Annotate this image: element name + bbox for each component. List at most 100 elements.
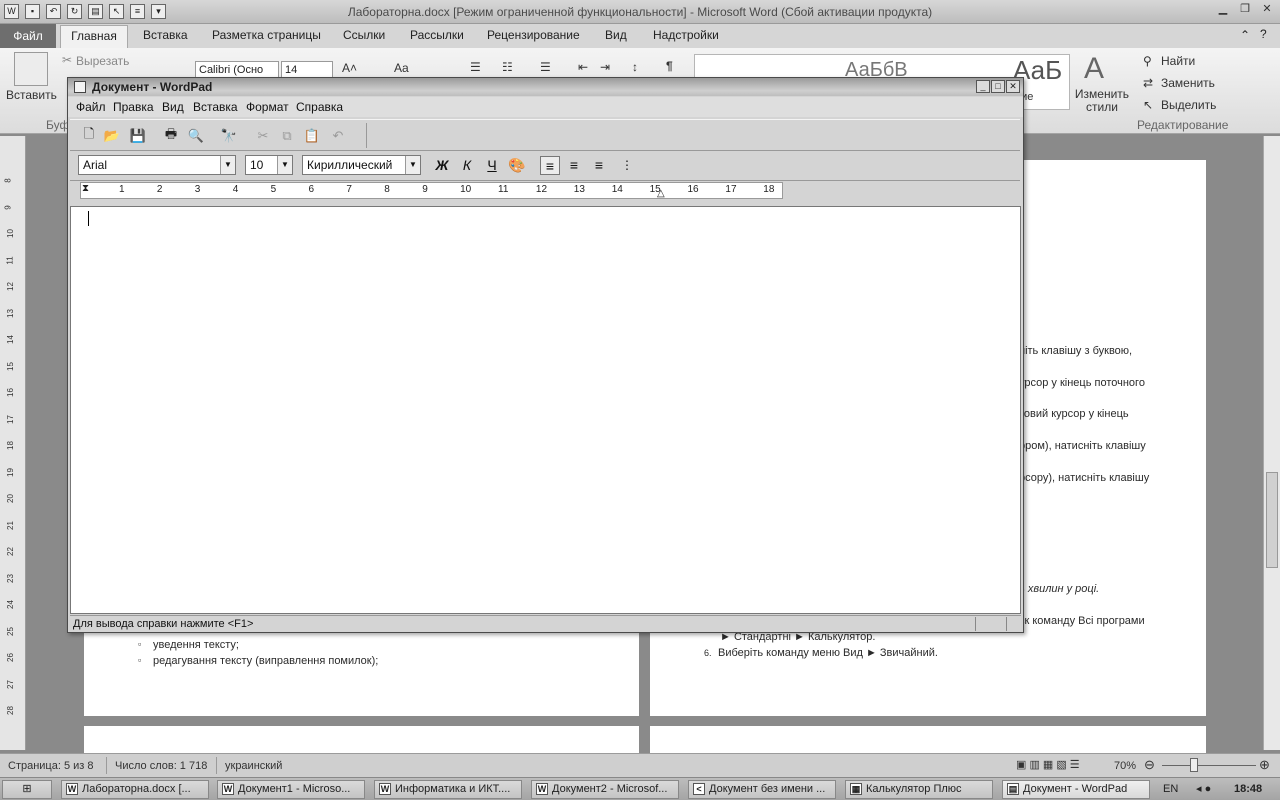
tab-review[interactable]: Рецензирование: [487, 28, 580, 42]
print-preview-icon[interactable]: 🔍: [187, 127, 205, 144]
taskbar-item[interactable]: < Документ без имени ...: [688, 780, 836, 799]
tab-file[interactable]: Файл: [0, 24, 56, 48]
chevron-down-icon[interactable]: ▼: [220, 156, 235, 174]
clock[interactable]: 18:48: [1234, 783, 1262, 795]
wordpad-ruler[interactable]: ⧗ △ 1 2 3 4 5 6 7 8 9 10 11 12 13 14 15 16 17 18: [80, 182, 783, 199]
wordpad-titlebar[interactable]: Документ - WordPad _ □ ✕: [68, 78, 1023, 96]
bullets-icon[interactable]: ⋮: [617, 156, 637, 175]
tab-view[interactable]: Вид: [605, 28, 627, 42]
minimize-button[interactable]: ▁: [1216, 3, 1230, 17]
align-center-icon[interactable]: ≡: [564, 156, 584, 175]
change-styles-button[interactable]: Изменить стили: [1074, 88, 1130, 114]
tab-addins[interactable]: Надстройки: [653, 28, 719, 42]
zoom-level[interactable]: 70%: [1114, 760, 1136, 772]
multilevel-icon[interactable]: ☰: [540, 60, 551, 74]
wordpad-app-icon[interactable]: [74, 81, 86, 93]
font-size-select[interactable]: 10 ▼: [245, 155, 293, 175]
increase-indent-icon[interactable]: ⇥: [600, 60, 610, 74]
taskbar-item-active[interactable]: ▤ Документ - WordPad: [1002, 780, 1150, 799]
word-count[interactable]: Число слов: 1 718: [115, 760, 207, 772]
change-styles-icon[interactable]: A: [1084, 52, 1104, 86]
minimize-icon[interactable]: _: [976, 80, 990, 93]
zoom-in-icon[interactable]: ⊕: [1259, 757, 1270, 773]
tab-insert[interactable]: Вставка: [143, 28, 188, 42]
tray-icons[interactable]: ◂ ●: [1196, 782, 1211, 795]
menu-help[interactable]: Справка: [296, 100, 343, 114]
close-icon[interactable]: ✕: [1006, 80, 1020, 93]
menu-edit[interactable]: Правка: [113, 100, 154, 114]
replace-icon[interactable]: ⇄: [1143, 76, 1153, 90]
doc-line: Виберіть команду меню Вид ► Звичайний.: [718, 647, 938, 659]
taskbar-item[interactable]: ▦ Калькулятор Плюс: [845, 780, 993, 799]
language-indicator[interactable]: EN: [1163, 783, 1178, 795]
decrease-indent-icon[interactable]: ⇤: [578, 60, 588, 74]
replace-button[interactable]: Заменить: [1161, 76, 1215, 90]
find-button[interactable]: Найти: [1161, 54, 1195, 68]
show-marks-icon[interactable]: ¶: [666, 59, 673, 73]
view-buttons-icon[interactable]: ▣ ▥ ▦ ▧ ☰: [1016, 758, 1080, 771]
font-size-value: 10: [250, 158, 264, 172]
left-indent-marker[interactable]: ⧗: [82, 183, 89, 194]
start-button[interactable]: ⊞: [2, 780, 52, 799]
align-left-icon[interactable]: ≡: [540, 156, 560, 175]
underline-button[interactable]: Ч: [482, 156, 502, 175]
change-case-icon[interactable]: Aa: [394, 61, 409, 75]
close-button[interactable]: ✕: [1260, 3, 1274, 17]
print-icon[interactable]: 🖶: [162, 126, 180, 144]
scrollbar-thumb[interactable]: [1266, 472, 1278, 568]
tab-page-layout[interactable]: Разметка страницы: [212, 28, 321, 42]
copy-icon[interactable]: ⧉: [278, 127, 296, 144]
restore-button[interactable]: ❐: [1238, 3, 1252, 17]
taskbar-item[interactable]: W Информатика и ИКТ....: [374, 780, 522, 799]
vertical-scrollbar[interactable]: [1263, 136, 1280, 750]
select-button[interactable]: Выделить: [1161, 98, 1216, 112]
menu-format[interactable]: Формат: [246, 100, 289, 114]
cut-icon[interactable]: ✂: [254, 127, 272, 144]
bold-button[interactable]: Ж: [432, 156, 452, 175]
maximize-icon[interactable]: □: [991, 80, 1005, 93]
taskbar-item[interactable]: W Документ1 - Microso...: [217, 780, 365, 799]
taskbar-item[interactable]: W Документ2 - Microsof...: [531, 780, 679, 799]
numbering-icon[interactable]: ☷: [502, 60, 513, 74]
paste-icon[interactable]: [14, 52, 48, 86]
align-right-icon[interactable]: ≡: [589, 156, 609, 175]
find-icon[interactable]: ⚲: [1143, 54, 1152, 68]
tab-mailings[interactable]: Рассылки: [410, 28, 464, 42]
sort-icon[interactable]: ↕: [632, 60, 638, 74]
select-icon[interactable]: ↖: [1143, 98, 1153, 112]
word-window-title: Лабораторна.docx [Режим ограниченной фун…: [347, 5, 933, 19]
chevron-down-icon[interactable]: ▼: [277, 156, 292, 174]
cut-button[interactable]: Вырезать: [76, 54, 129, 68]
ruler-number: 27: [5, 679, 15, 689]
menu-view[interactable]: Вид: [162, 100, 184, 114]
new-document-icon[interactable]: 🗋: [80, 126, 98, 144]
italic-button[interactable]: К: [457, 156, 477, 175]
tab-home[interactable]: Главная: [60, 25, 128, 48]
find-icon[interactable]: 🔭: [220, 127, 238, 144]
language-indicator[interactable]: украинский: [225, 760, 282, 772]
ruler-number: 18: [5, 441, 15, 450]
zoom-out-icon[interactable]: ⊖: [1144, 757, 1155, 773]
help-icon[interactable]: ?: [1260, 27, 1267, 41]
menu-insert[interactable]: Вставка: [193, 100, 238, 114]
ribbon-collapse-icon[interactable]: ⌃: [1240, 28, 1250, 42]
script-select[interactable]: Кириллический ▼: [302, 155, 421, 175]
paste-button[interactable]: Вставить: [6, 88, 57, 102]
save-icon[interactable]: 💾: [129, 127, 147, 144]
paste-icon[interactable]: 📋: [303, 127, 321, 144]
zoom-slider-thumb[interactable]: [1190, 758, 1198, 772]
color-icon[interactable]: 🎨: [507, 156, 527, 175]
bullets-icon[interactable]: ☰: [470, 60, 481, 74]
ruler-number: 26: [5, 653, 15, 662]
grow-font-icon[interactable]: A˄: [342, 61, 357, 75]
open-icon[interactable]: 📂: [103, 127, 121, 144]
zoom-slider[interactable]: [1162, 765, 1256, 766]
menu-file[interactable]: Файл: [76, 100, 106, 114]
font-name-select[interactable]: Arial ▼: [78, 155, 236, 175]
undo-icon[interactable]: ↶: [329, 127, 347, 144]
wordpad-editor[interactable]: [70, 206, 1021, 614]
taskbar-item[interactable]: W Лабораторна.docx [...: [61, 780, 209, 799]
page-count[interactable]: Страница: 5 из 8: [8, 760, 94, 772]
tab-references[interactable]: Ссылки: [343, 28, 385, 42]
chevron-down-icon[interactable]: ▼: [405, 156, 420, 174]
